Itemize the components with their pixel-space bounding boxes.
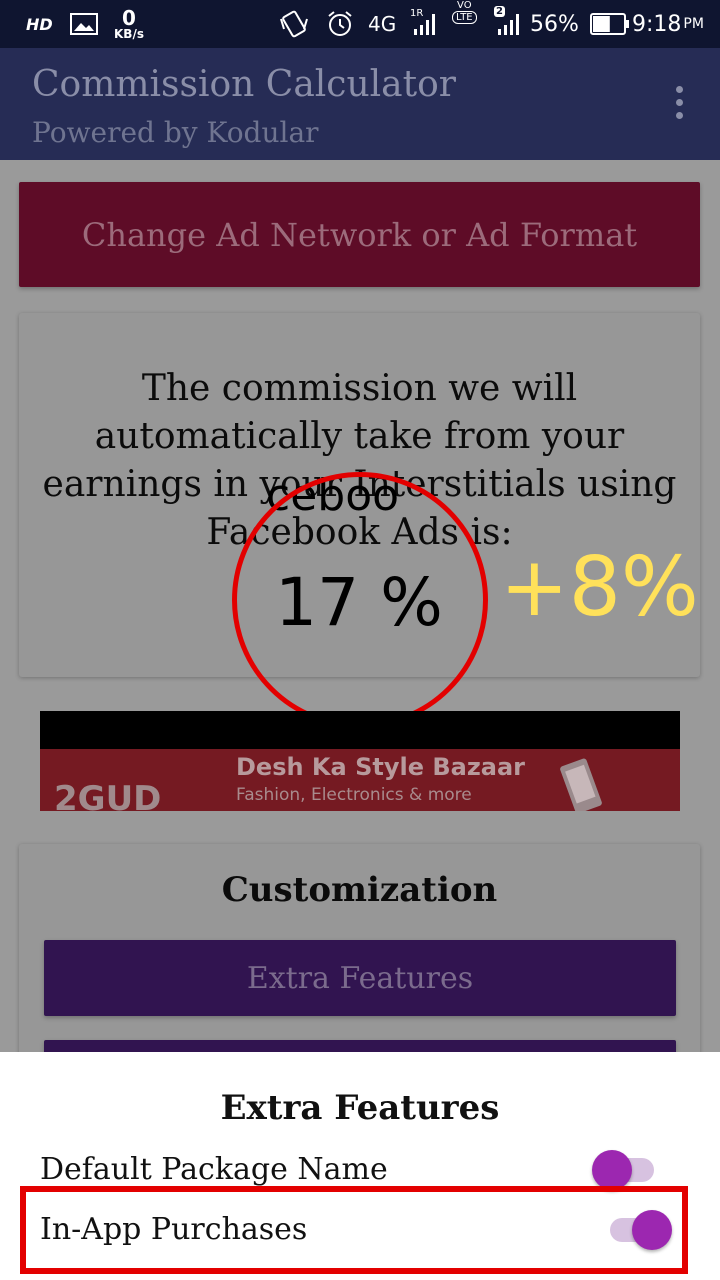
clock-time: 9:18 xyxy=(632,11,682,37)
annotation-plus-percent: +8% xyxy=(500,540,699,635)
default-package-name-label: Default Package Name xyxy=(40,1152,388,1187)
banner-ad[interactable]: 2GUD Desh Ka Style Bazaar Fashion, Elect… xyxy=(40,749,680,811)
vibrate-icon xyxy=(278,0,310,48)
roaming-indicator: 1R xyxy=(410,8,424,19)
extra-features-button[interactable]: Extra Features xyxy=(44,940,676,1016)
overflow-menu-icon[interactable] xyxy=(676,86,684,125)
highlight-box xyxy=(20,1186,688,1274)
battery-icon xyxy=(590,0,630,48)
banner-ad-subline: Fashion, Electronics & more xyxy=(236,785,472,805)
highlight-circle xyxy=(232,472,488,728)
default-package-name-toggle[interactable] xyxy=(590,1150,658,1190)
volte-label-top: VO xyxy=(457,0,472,11)
sim-badge: 2 xyxy=(494,6,505,17)
phone-illustration-icon xyxy=(560,758,602,811)
battery-level-fill xyxy=(593,16,610,32)
network-type: 4G xyxy=(368,12,397,36)
app-subtitle: Powered by Kodular xyxy=(32,116,319,149)
network-speed-value: 0 xyxy=(122,6,136,30)
app-title: Commission Calculator xyxy=(32,64,456,105)
banner-ad-logo: 2GUD xyxy=(54,779,162,811)
banner-ad-header xyxy=(40,711,680,749)
app-bar: Commission Calculator Powered by Kodular xyxy=(0,48,720,160)
banner-ad-headline: Desh Ka Style Bazaar xyxy=(236,753,526,781)
hd-indicator: HD xyxy=(26,14,53,34)
image-icon xyxy=(70,0,98,48)
volte-indicator: VO LTE xyxy=(452,0,477,48)
alarm-icon xyxy=(326,0,354,48)
change-ad-network-button[interactable]: Change Ad Network or Ad Format xyxy=(19,182,700,287)
clock-ampm: PM xyxy=(683,16,704,32)
signal-strength-icon: 1R xyxy=(410,0,438,48)
customization-title: Customization xyxy=(221,870,498,910)
network-speed: 0 KB/s xyxy=(114,0,144,48)
battery-percent: 56% xyxy=(530,11,579,37)
signal-strength-sim2-icon: 2 xyxy=(494,0,522,48)
clock: 9:18 PM xyxy=(632,0,704,48)
sheet-title: Extra Features xyxy=(220,1088,500,1128)
volte-label-bottom: LTE xyxy=(452,11,477,24)
network-speed-unit: KB/s xyxy=(114,27,144,41)
status-bar: HD 0 KB/s 4G 1R VO LTE 2 56% 9:18 PM xyxy=(0,0,720,48)
